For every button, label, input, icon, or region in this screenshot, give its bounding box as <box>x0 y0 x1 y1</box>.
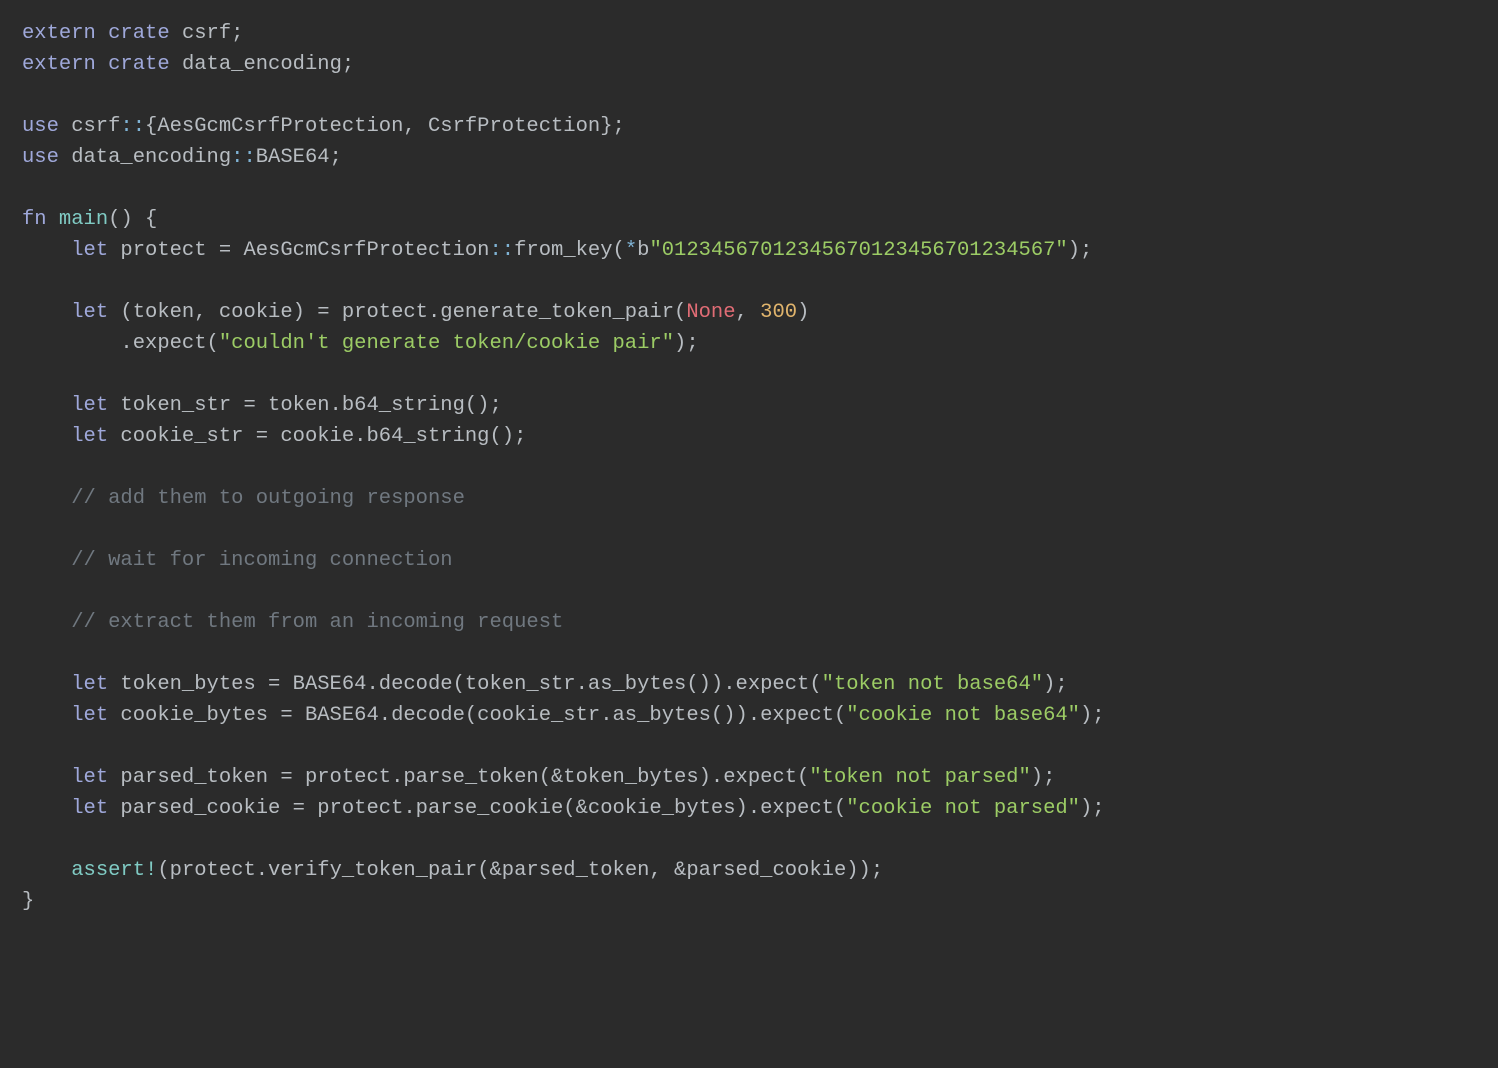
code-line: let token_bytes = BASE64.decode(token_st… <box>22 673 1068 696</box>
token-cmt: // extract them from an incoming request <box>71 611 563 634</box>
token-pn <box>96 53 108 76</box>
token-kw: let <box>71 239 108 262</box>
token-pn: } <box>22 890 34 913</box>
token-kw: let <box>71 301 108 324</box>
token-kw: extern <box>22 22 96 45</box>
token-pn: () { <box>108 208 157 231</box>
token-pn: ); <box>1068 239 1093 262</box>
token-kw: crate <box>108 22 170 45</box>
token-pn: parsed_token = protect.parse_token(&toke… <box>108 766 809 789</box>
token-pn: cookie_str = cookie.b64_string(); <box>108 425 526 448</box>
token-num: 300 <box>760 301 797 324</box>
token-str: "cookie not parsed" <box>846 797 1080 820</box>
token-kw: fn <box>22 208 47 231</box>
token-op: :: <box>490 239 515 262</box>
token-pn: (token, cookie) = protect.generate_token… <box>108 301 686 324</box>
token-pn: .expect( <box>120 332 218 355</box>
code-line: // extract them from an incoming request <box>22 611 563 634</box>
token-cmt: // wait for incoming connection <box>71 549 452 572</box>
token-pn: ); <box>674 332 699 355</box>
token-mac: assert! <box>71 859 157 882</box>
token-pn: ) <box>797 301 809 324</box>
code-line: extern crate data_encoding; <box>22 53 354 76</box>
code-line: let token_str = token.b64_string(); <box>22 394 502 417</box>
code-line: let cookie_bytes = BASE64.decode(cookie_… <box>22 704 1105 727</box>
token-pn: {AesGcmCsrfProtection, CsrfProtection}; <box>145 115 625 138</box>
token-op: :: <box>231 146 256 169</box>
token-pn: (protect.verify_token_pair(&parsed_token… <box>157 859 883 882</box>
token-cmt: // add them to outgoing response <box>71 487 465 510</box>
token-pn: ); <box>1080 704 1105 727</box>
token-pn <box>96 22 108 45</box>
token-pn: from_key( <box>514 239 625 262</box>
token-kw: extern <box>22 53 96 76</box>
token-kw: let <box>71 673 108 696</box>
token-pn: token_str = token.b64_string(); <box>108 394 502 417</box>
code-line: // wait for incoming connection <box>22 549 453 572</box>
code-line: let cookie_str = cookie.b64_string(); <box>22 425 526 448</box>
token-kw: let <box>71 797 108 820</box>
code-line: let protect = AesGcmCsrfProtection::from… <box>22 239 1092 262</box>
code-block: extern crate csrf; extern crate data_enc… <box>0 0 1498 935</box>
code-line: let parsed_token = protect.parse_token(&… <box>22 766 1055 789</box>
token-pn: parsed_cookie = protect.parse_cookie(&co… <box>108 797 846 820</box>
token-none: None <box>686 301 735 324</box>
code-line: // add them to outgoing response <box>22 487 465 510</box>
code-line: use csrf::{AesGcmCsrfProtection, CsrfPro… <box>22 115 625 138</box>
code-line: let (token, cookie) = protect.generate_t… <box>22 301 809 324</box>
token-kw: crate <box>108 53 170 76</box>
token-kw: use <box>22 146 59 169</box>
token-pn: protect = AesGcmCsrfProtection <box>108 239 489 262</box>
token-kw: let <box>71 704 108 727</box>
token-op: :: <box>120 115 145 138</box>
code-line: fn main() { <box>22 208 157 231</box>
token-str: "couldn't generate token/cookie pair" <box>219 332 674 355</box>
token-pn: ); <box>1080 797 1105 820</box>
code-line: extern crate csrf; <box>22 22 243 45</box>
code-line: assert!(protect.verify_token_pair(&parse… <box>22 859 883 882</box>
token-kw: use <box>22 115 59 138</box>
code-line: } <box>22 890 34 913</box>
token-str: "cookie not base64" <box>846 704 1080 727</box>
token-pn: data_encoding; <box>170 53 355 76</box>
token-kw: let <box>71 766 108 789</box>
code-line: .expect("couldn't generate token/cookie … <box>22 332 699 355</box>
token-pn: data_encoding <box>59 146 231 169</box>
token-star: * <box>625 239 637 262</box>
token-str: "token not parsed" <box>809 766 1030 789</box>
token-fn: main <box>59 208 108 231</box>
token-pn: cookie_bytes = BASE64.decode(cookie_str.… <box>108 704 846 727</box>
code-line: use data_encoding::BASE64; <box>22 146 342 169</box>
token-pn <box>47 208 59 231</box>
token-kw: let <box>71 394 108 417</box>
token-pn: , <box>736 301 761 324</box>
token-pn: BASE64; <box>256 146 342 169</box>
token-pn: ); <box>1043 673 1068 696</box>
token-pn: csrf; <box>170 22 244 45</box>
token-pn: ); <box>1031 766 1056 789</box>
token-str: "01234567012345670123456701234567" <box>649 239 1067 262</box>
token-str: "token not base64" <box>822 673 1043 696</box>
token-pn: csrf <box>59 115 121 138</box>
code-line: let parsed_cookie = protect.parse_cookie… <box>22 797 1105 820</box>
token-kw: let <box>71 425 108 448</box>
token-pn: token_bytes = BASE64.decode(token_str.as… <box>108 673 822 696</box>
token-bpfx: b <box>637 239 649 262</box>
